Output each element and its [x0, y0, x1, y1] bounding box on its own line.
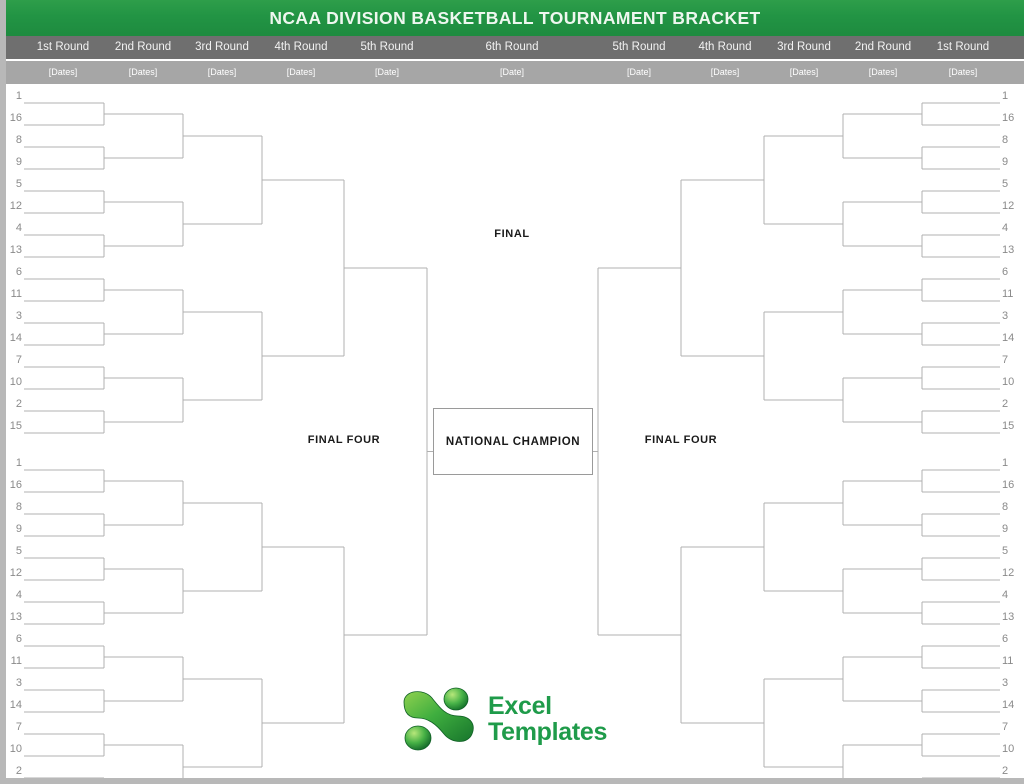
seed-label[interactable]: 13	[4, 611, 22, 623]
seed-label[interactable]: 16	[1002, 112, 1020, 124]
seed-label[interactable]: 12	[4, 567, 22, 579]
final-four-right-label: FINAL FOUR	[644, 434, 718, 446]
round-date-11[interactable]: [Dates]	[903, 61, 1023, 84]
national-champion-label: NATIONAL CHAMPION	[445, 435, 581, 448]
excel-templates-logo: Excel Templates	[398, 683, 633, 755]
seed-label[interactable]: 5	[4, 545, 22, 557]
seed-label[interactable]: 3	[1002, 677, 1020, 689]
seed-label[interactable]: 1	[1002, 90, 1020, 102]
round-header-6: 6th Round	[485, 41, 539, 53]
logo-wordmark: Excel Templates	[488, 693, 607, 745]
seed-label[interactable]: 14	[4, 332, 22, 344]
seed-label[interactable]: 10	[1002, 743, 1020, 755]
seed-label[interactable]: 8	[1002, 134, 1020, 146]
seed-label[interactable]: 12	[1002, 567, 1020, 579]
national-champion-box[interactable]: NATIONAL CHAMPION	[433, 408, 593, 475]
seed-label[interactable]: 5	[1002, 178, 1020, 190]
seed-label[interactable]: 6	[1002, 266, 1020, 278]
seed-label[interactable]: 14	[1002, 699, 1020, 711]
seed-label[interactable]: 11	[4, 288, 22, 300]
seed-label[interactable]: 7	[1002, 721, 1020, 733]
seed-label[interactable]: 8	[4, 134, 22, 146]
seed-label[interactable]: 11	[1002, 655, 1020, 667]
seed-label[interactable]: 9	[1002, 523, 1020, 535]
seed-label[interactable]: 1	[1002, 457, 1020, 469]
seed-label[interactable]: 10	[1002, 376, 1020, 388]
seed-label[interactable]: 4	[1002, 589, 1020, 601]
seed-label[interactable]: 5	[1002, 545, 1020, 557]
round-date-5[interactable]: [Date]	[327, 61, 447, 84]
seed-label[interactable]: 1	[4, 90, 22, 102]
seed-label[interactable]: 6	[1002, 633, 1020, 645]
seed-label[interactable]: 11	[1002, 288, 1020, 300]
seed-label[interactable]: 9	[4, 523, 22, 535]
seed-label[interactable]: 3	[4, 677, 22, 689]
seed-label[interactable]: 15	[4, 420, 22, 432]
page-title-bar: NCAA DIVISION BASKETBALL TOURNAMENT BRAC…	[6, 0, 1024, 36]
seed-label[interactable]: 6	[4, 266, 22, 278]
final-label: FINAL	[494, 228, 530, 240]
seed-label[interactable]: 2	[4, 398, 22, 410]
seed-label[interactable]: 3	[1002, 310, 1020, 322]
round-date-6[interactable]: [Date]	[452, 61, 572, 84]
seed-label[interactable]: 7	[4, 354, 22, 366]
seed-label[interactable]: 14	[4, 699, 22, 711]
seed-label[interactable]: 10	[4, 743, 22, 755]
seed-label[interactable]: 16	[4, 479, 22, 491]
logo-line-excel: Excel	[488, 692, 552, 720]
page-title: NCAA DIVISION BASKETBALL TOURNAMENT BRAC…	[269, 7, 761, 28]
seed-label[interactable]: 5	[4, 178, 22, 190]
seed-label[interactable]: 13	[1002, 244, 1020, 256]
seed-label[interactable]: 12	[4, 200, 22, 212]
seed-label[interactable]: 8	[4, 501, 22, 513]
round-header-11: 1st Round	[936, 41, 990, 53]
seed-label[interactable]: 1	[4, 457, 22, 469]
seed-label[interactable]: 15	[1002, 420, 1020, 432]
seed-label[interactable]: 13	[4, 244, 22, 256]
seed-label[interactable]: 11	[4, 655, 22, 667]
final-four-left-label: FINAL FOUR	[307, 434, 381, 446]
seed-label[interactable]: 9	[1002, 156, 1020, 168]
seed-label[interactable]: 8	[1002, 501, 1020, 513]
seed-label[interactable]: 2	[1002, 398, 1020, 410]
seed-label[interactable]: 7	[1002, 354, 1020, 366]
round-header-5: 5th Round	[360, 41, 414, 53]
seed-label[interactable]: 4	[4, 589, 22, 601]
seed-label[interactable]: 13	[1002, 611, 1020, 623]
excel-swoosh-icon	[403, 687, 474, 751]
seed-label[interactable]: 9	[4, 156, 22, 168]
seed-label[interactable]: 4	[1002, 222, 1020, 234]
seed-label[interactable]: 3	[4, 310, 22, 322]
dates-header-row: [Dates] [Dates] [Dates] [Dates] [Date] [Date]…	[6, 61, 1024, 84]
seed-label[interactable]: 14	[1002, 332, 1020, 344]
logo-line-templates: Templates	[488, 718, 608, 746]
seed-label[interactable]: 16	[4, 112, 22, 124]
bottom-gutter	[0, 778, 1024, 784]
seed-label[interactable]: 10	[4, 376, 22, 388]
round-header-row: 1st Round 2nd Round 3rd Round 4th Round 5th …	[6, 36, 1024, 59]
seed-label[interactable]: 16	[1002, 479, 1020, 491]
seed-label[interactable]: 2	[1002, 765, 1020, 777]
bracket-page: NCAA DIVISION BASKETBALL TOURNAMENT BRAC…	[0, 0, 1024, 784]
seed-label[interactable]: 12	[1002, 200, 1020, 212]
seed-label[interactable]: 7	[4, 721, 22, 733]
seed-label[interactable]: 4	[4, 222, 22, 234]
seed-label[interactable]: 6	[4, 633, 22, 645]
seed-label[interactable]: 2	[4, 765, 22, 777]
